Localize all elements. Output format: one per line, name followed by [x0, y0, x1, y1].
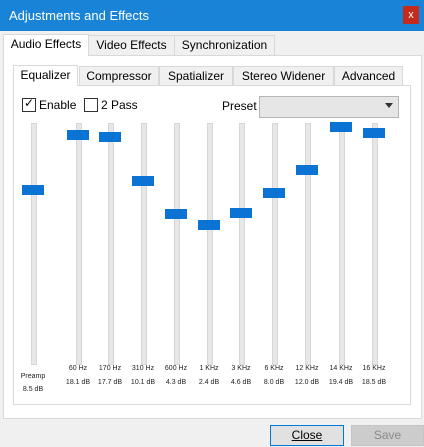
tab-advanced[interactable]: Advanced [334, 66, 403, 85]
tab-spatializer[interactable]: Spatializer [159, 66, 233, 85]
enable-checkbox[interactable]: ✓ [22, 96, 36, 112]
band-slider-thumb[interactable] [296, 165, 318, 175]
band-slider-track[interactable] [372, 123, 378, 365]
band-slider-track[interactable] [207, 123, 213, 365]
band-slider-track[interactable] [272, 123, 278, 365]
band-value-label: 18.5 dB [361, 379, 387, 386]
two-pass-checkbox[interactable] [84, 98, 98, 112]
band-slider-thumb[interactable] [263, 188, 285, 198]
checkmark-icon: ✓ [24, 96, 35, 110]
band-slider-thumb[interactable] [330, 122, 352, 132]
tab-synchronization[interactable]: Synchronization [174, 35, 275, 55]
preset-label: Preset [222, 99, 257, 113]
tab-equalizer[interactable]: Equalizer [13, 65, 78, 86]
band-frequency-label: 16 KHz [362, 365, 386, 372]
tab-video-effects[interactable]: Video Effects [88, 35, 175, 55]
outer-tab-bar: Audio Effects Video Effects Synchronizat… [0, 34, 424, 56]
band-slider-thumb[interactable] [67, 130, 89, 140]
tab-compressor[interactable]: Compressor [79, 66, 159, 85]
band-slider-track[interactable] [141, 123, 147, 365]
window-title: Adjustments and Effects [9, 8, 149, 23]
inner-tab-bar: Equalizer Compressor Spatializer Stereo … [13, 65, 403, 86]
preamp-slider-thumb[interactable] [22, 185, 44, 195]
tab-stereo-widener[interactable]: Stereo Widener [233, 66, 334, 85]
band-slider-track[interactable] [108, 123, 114, 365]
band-slider-track[interactable] [239, 123, 245, 365]
title-bar: Adjustments and Effects x [0, 0, 424, 31]
chevron-down-icon [385, 103, 393, 108]
band-slider-track[interactable] [339, 123, 345, 365]
close-window-button[interactable]: x [403, 6, 419, 24]
tab-audio-effects[interactable]: Audio Effects [3, 34, 89, 56]
band-slider-track[interactable] [76, 123, 82, 365]
save-button[interactable]: Save [351, 425, 424, 446]
band-slider-track[interactable] [305, 123, 311, 365]
enable-label: Enable [39, 98, 77, 112]
preamp-slider-track[interactable] [31, 123, 37, 365]
band-slider-track[interactable] [174, 123, 180, 365]
two-pass-label: 2 Pass [101, 98, 138, 112]
band-slider-thumb[interactable] [165, 209, 187, 219]
band-slider-thumb[interactable] [198, 220, 220, 230]
preset-dropdown[interactable] [259, 96, 399, 118]
preamp-label: Preamp [20, 373, 46, 380]
close-button[interactable]: Close [270, 425, 344, 446]
band-slider-thumb[interactable] [363, 128, 385, 138]
preamp-value: 8.5 dB [22, 386, 44, 393]
band-slider-thumb[interactable] [132, 176, 154, 186]
band-slider-thumb[interactable] [230, 208, 252, 218]
band-slider-thumb[interactable] [99, 132, 121, 142]
